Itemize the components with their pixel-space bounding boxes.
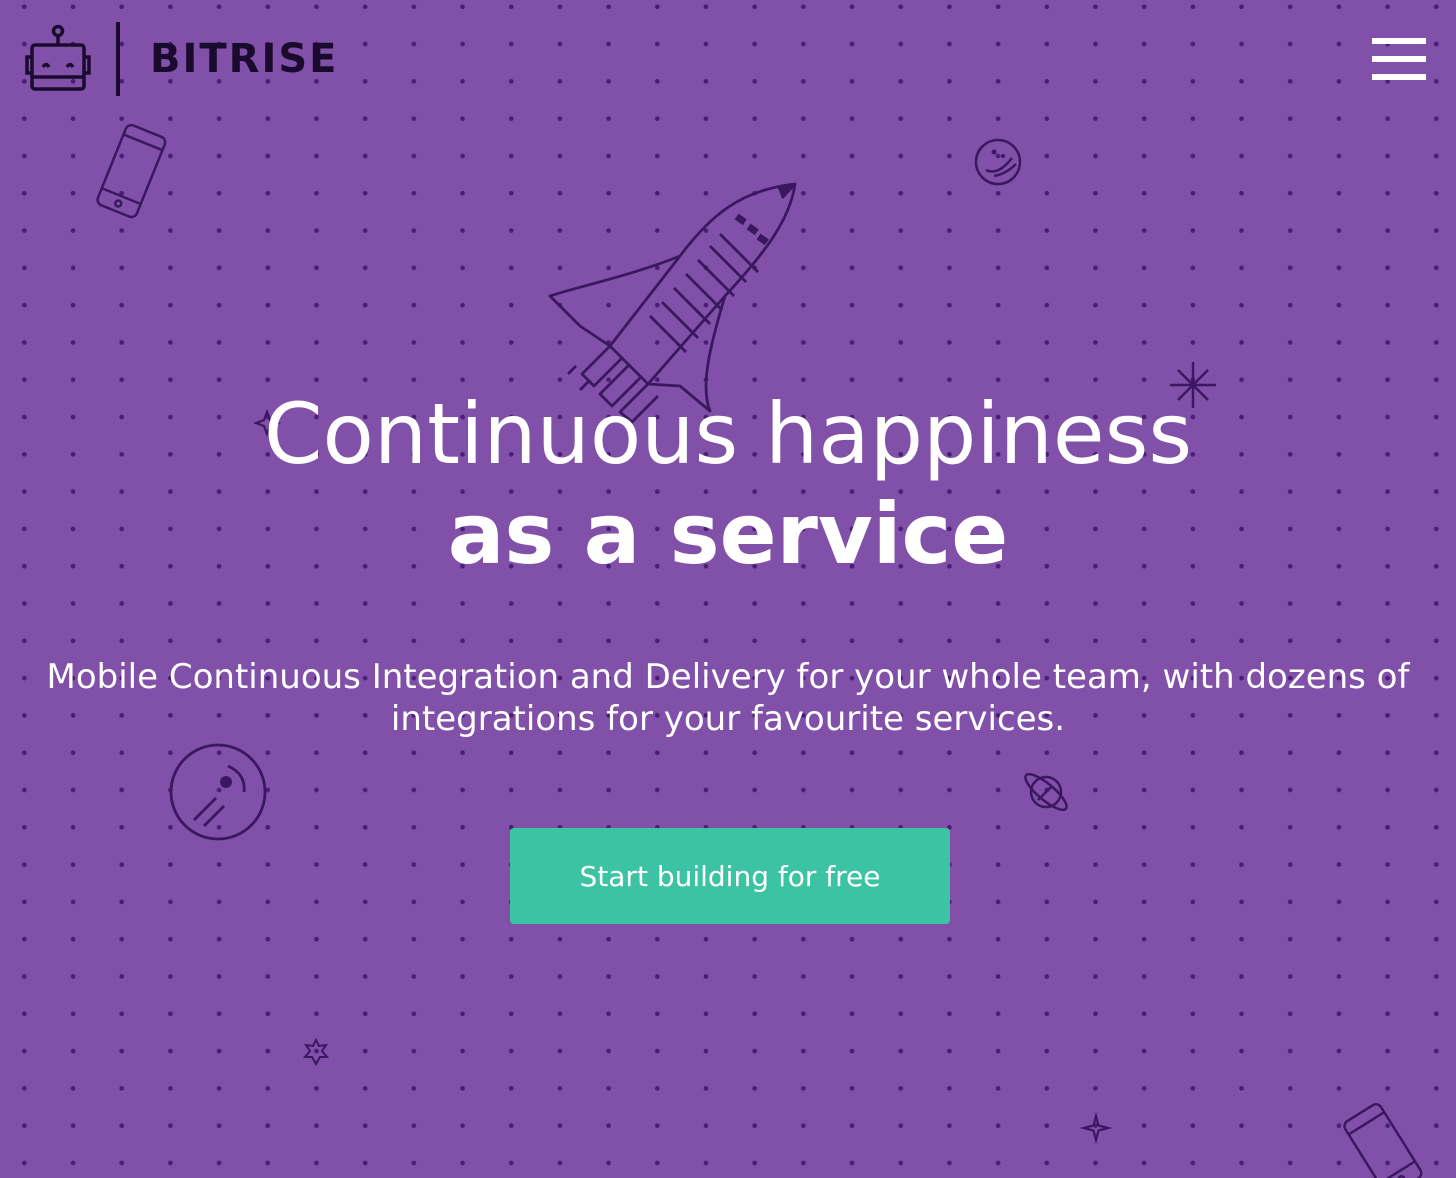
- hamburger-menu-icon[interactable]: [1372, 38, 1426, 82]
- planet-icon: [169, 743, 267, 841]
- sparkle-icon: [1079, 1111, 1113, 1145]
- brand-name: BITRISE: [150, 36, 339, 82]
- robot-logo-icon: [25, 24, 91, 91]
- phone-icon: [96, 123, 167, 219]
- star-icon: [302, 1037, 330, 1067]
- hero-subtitle: Mobile Continuous Integration and Delive…: [46, 657, 1410, 739]
- hero-title: Continuous happiness as a service: [0, 384, 1456, 584]
- hero-section: BITRISE Continuous happiness as a servic…: [0, 0, 1456, 1178]
- hero-title-line2: as a service: [447, 485, 1009, 583]
- planet-icon: [1024, 772, 1068, 812]
- logo-divider: [116, 22, 120, 96]
- moon-icon: [974, 138, 1022, 186]
- home-logo-link[interactable]: BITRISE: [24, 22, 338, 96]
- site-header: BITRISE: [0, 0, 1456, 120]
- menu-bar: [1372, 74, 1426, 80]
- menu-bar: [1372, 56, 1426, 62]
- phone-icon: [1343, 1103, 1423, 1178]
- menu-bar: [1372, 38, 1426, 44]
- hero-title-line1: Continuous happiness: [263, 385, 1193, 483]
- start-building-button[interactable]: Start building for free: [510, 828, 950, 924]
